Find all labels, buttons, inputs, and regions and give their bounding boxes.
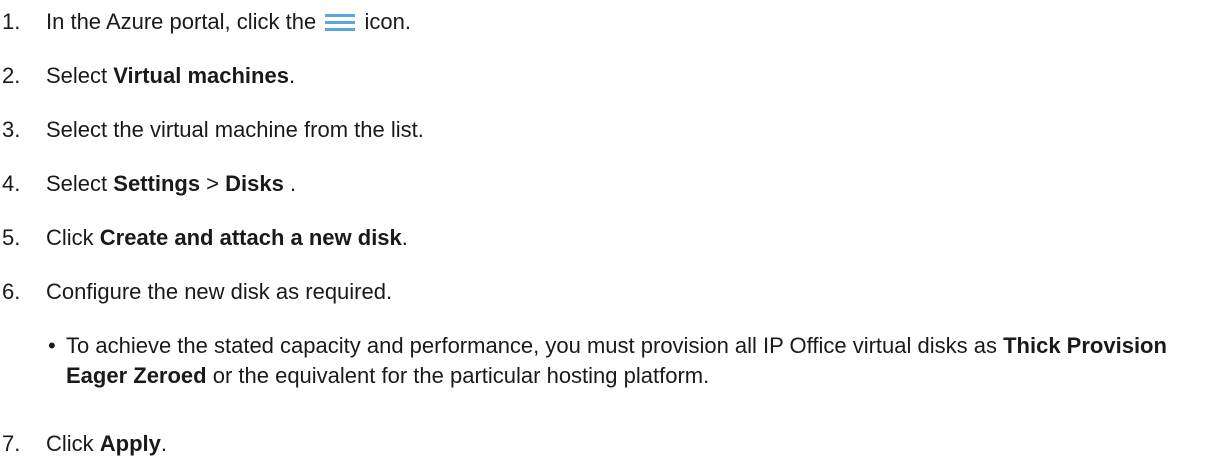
step-text: Click Create and attach a new disk.	[46, 225, 408, 250]
ui-label: Apply	[99, 431, 161, 456]
step-number: 2.	[2, 63, 21, 88]
step-number: 1.	[2, 9, 21, 34]
document-page: 1. In the Azure portal, click the icon. …	[0, 0, 1221, 468]
ui-label: Virtual machines	[113, 63, 289, 88]
step-number: 6.	[2, 279, 21, 304]
hamburger-menu-icon	[325, 14, 356, 31]
step-text: Select Virtual machines.	[46, 63, 296, 88]
step-text: In the Azure portal, click the icon.	[46, 9, 411, 34]
bullet-marker: •	[48, 333, 56, 358]
step-number: 7.	[2, 431, 21, 456]
step-number: 5.	[2, 225, 21, 250]
step-text: Select the virtual machine from the list…	[46, 117, 424, 142]
step-text: Select Settings > Disks .	[46, 171, 297, 196]
substep-text: To achieve the stated capacity and perfo…	[66, 333, 1167, 388]
step-text: Configure the new disk as required.	[46, 279, 393, 304]
ui-label: Disks	[225, 171, 284, 196]
ui-label: Settings	[113, 171, 201, 196]
step-text: Click Apply.	[46, 431, 168, 456]
ui-label: Create and attach a new disk	[99, 225, 402, 250]
step-number: 4.	[2, 171, 21, 196]
step-number: 3.	[2, 117, 21, 142]
